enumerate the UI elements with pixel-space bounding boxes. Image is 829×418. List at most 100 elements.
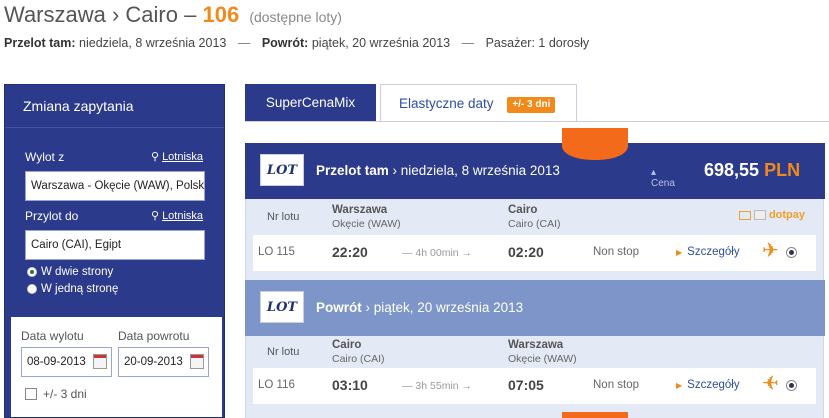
selected-tab-marker bbox=[562, 128, 628, 160]
tab-underline bbox=[245, 121, 829, 122]
result-count: 106 bbox=[202, 2, 240, 27]
to-airports-link-label: Lotniska bbox=[162, 210, 204, 222]
details-link-label: Szczegóły bbox=[687, 379, 740, 391]
radio-unselected-icon bbox=[27, 284, 37, 294]
price-currency: PLN bbox=[764, 160, 801, 180]
return-date-value: 20-09-2013 bbox=[124, 356, 183, 368]
col-flight-number: Nr lotu bbox=[267, 211, 300, 223]
summary-separator: — bbox=[237, 36, 251, 50]
passenger-summary: Pasażer: 1 dorosły bbox=[485, 36, 590, 50]
calendar-icon[interactable] bbox=[190, 354, 204, 369]
details-link-label: Szczegóły bbox=[687, 246, 740, 258]
tab-supercenamix[interactable]: SuperCenaMix bbox=[245, 84, 376, 121]
from-input[interactable]: Warszawa - Okęcie (WAW), Polska bbox=[25, 171, 205, 201]
return-flight-row[interactable]: LO 116 03:10 — 3h 55min → 07:05 Non stop… bbox=[253, 368, 816, 404]
return-date-input[interactable]: 20-09-2013 bbox=[118, 347, 209, 377]
return-summary-label: Powrót: bbox=[261, 36, 309, 50]
outbound-title-label: Przelot tam bbox=[316, 163, 389, 178]
dotpay-logo: dotpay bbox=[768, 209, 805, 221]
to-airports-link[interactable]: ⚲ Lotniska bbox=[151, 209, 203, 222]
calendar-icon[interactable] bbox=[93, 354, 107, 369]
to-city: Cairo bbox=[508, 204, 538, 216]
return-header: LOT Powrót › piątek, 20 września 2013 bbox=[245, 280, 825, 336]
lot-logo: LOT bbox=[260, 291, 304, 323]
departure-time: 22:20 bbox=[332, 244, 368, 260]
details-link[interactable]: ▶ Szczegóły bbox=[676, 246, 740, 258]
from-airports-link[interactable]: ⚲ Lotniska bbox=[151, 150, 203, 163]
details-link[interactable]: ▶ Szczegóły bbox=[676, 379, 740, 391]
selected-tab-marker-bottom bbox=[562, 412, 628, 418]
arrival-time: 07:05 bbox=[508, 377, 544, 393]
stops: Non stop bbox=[593, 246, 640, 258]
depart-date-value: 08-09-2013 bbox=[27, 356, 86, 368]
radio-oneway-label: W jedną stronę bbox=[41, 283, 119, 295]
col-flight-number: Nr lotu bbox=[267, 346, 300, 358]
outbound-summary-date: niedziela, 8 września 2013 bbox=[79, 36, 227, 50]
return-title: Powrót › piątek, 20 września 2013 bbox=[316, 300, 523, 315]
flex-badge: +/- 3 dni bbox=[507, 97, 556, 113]
price-value: 698,55 bbox=[704, 160, 760, 180]
from-airports-link-label: Lotniska bbox=[162, 151, 204, 163]
to-airport: Okęcie (WAW) bbox=[508, 353, 577, 365]
search-icon: ⚲ bbox=[151, 151, 160, 163]
arrival-time: 02:20 bbox=[508, 244, 544, 260]
panel-edge bbox=[825, 143, 829, 418]
arrow-right-icon: ▶ bbox=[676, 248, 683, 257]
panel-title: Zmiana zapytania bbox=[23, 98, 134, 114]
divider bbox=[5, 127, 224, 128]
page-title: Warszawa › Cairo – 106 (dostępne loty) bbox=[4, 2, 342, 28]
flight-duration: — 3h 55min → bbox=[402, 380, 473, 392]
to-airport: Cairo (CAI) bbox=[508, 218, 561, 230]
radio-roundtrip[interactable]: W dwie strony bbox=[27, 266, 113, 278]
return-title-label: Powrót bbox=[316, 300, 362, 315]
return-summary-date: piątek, 20 września 2013 bbox=[311, 36, 451, 50]
payment-methods: dotpay bbox=[738, 209, 805, 221]
flex-dates-checkbox[interactable]: +/- 3 dni bbox=[25, 387, 87, 401]
outbound-title-date: › niedziela, 8 września 2013 bbox=[392, 163, 560, 178]
radio-oneway[interactable]: W jedną stronę bbox=[27, 283, 118, 295]
outbound-title: Przelot tam › niedziela, 8 września 2013 bbox=[316, 163, 560, 178]
tab-flexible-dates[interactable]: Elastyczne daty +/- 3 dni bbox=[380, 84, 577, 121]
search-summary: Przelot tam: niedziela, 8 września 2013 … bbox=[4, 36, 589, 50]
result-count-note: (dostępne loty) bbox=[249, 9, 342, 25]
bank-icon bbox=[753, 210, 766, 220]
flex-dates-label: +/- 3 dni bbox=[43, 387, 87, 401]
from-city: Warszawa bbox=[332, 204, 388, 216]
from-city: Cairo bbox=[332, 339, 362, 351]
dates-section: Data wylotu Data powrotu 08-09-2013 20-0… bbox=[11, 317, 222, 417]
summary-separator: — bbox=[461, 36, 475, 50]
flight-duration: — 4h 00min → bbox=[402, 247, 473, 259]
airplane-icon: ✈ bbox=[762, 373, 779, 395]
flight-number: LO 115 bbox=[258, 246, 295, 258]
return-date-label: Data powrotu bbox=[118, 329, 190, 343]
from-label: Wylot z bbox=[25, 150, 65, 164]
flight-select-radio[interactable] bbox=[786, 380, 797, 391]
depart-date-label: Data wylotu bbox=[21, 329, 84, 343]
to-city: Warszawa bbox=[508, 339, 564, 351]
from-airport: Okęcie (WAW) bbox=[332, 218, 401, 230]
outbound-columns: Nr lotu Warszawa Okęcie (WAW) Cairo Cair… bbox=[245, 201, 825, 235]
outbound-flight-row[interactable]: LO 115 22:20 — 4h 00min → 02:20 Non stop… bbox=[253, 235, 816, 271]
departure-time: 03:10 bbox=[332, 377, 368, 393]
price-label-text: Cena bbox=[651, 178, 675, 189]
route-text: Warszawa › Cairo – bbox=[4, 2, 197, 27]
flight-select-radio[interactable] bbox=[786, 247, 797, 258]
airplane-icon: ✈ bbox=[762, 240, 779, 262]
radio-roundtrip-label: W dwie strony bbox=[41, 266, 114, 278]
credit-card-icon bbox=[738, 210, 751, 220]
search-modify-panel: Zmiana zapytania Wylot z ⚲ Lotniska Warsz… bbox=[4, 84, 225, 418]
depart-date-input[interactable]: 08-09-2013 bbox=[21, 347, 112, 377]
arrow-right-icon: ▶ bbox=[676, 381, 683, 390]
stops: Non stop bbox=[593, 379, 640, 391]
search-icon: ⚲ bbox=[151, 210, 160, 222]
flight-number: LO 116 bbox=[258, 379, 295, 391]
price-label: ▴ Cena bbox=[651, 167, 675, 189]
tab-flexible-dates-label: Elastyczne daty bbox=[399, 96, 494, 111]
to-input[interactable]: Cairo (CAI), Egipt bbox=[25, 230, 205, 260]
to-label: Przylot do bbox=[25, 209, 79, 223]
lot-logo: LOT bbox=[260, 154, 304, 186]
outbound-header: LOT Przelot tam › niedziela, 8 września … bbox=[245, 143, 825, 199]
return-title-date: › piątek, 20 września 2013 bbox=[365, 300, 524, 315]
radio-selected-icon bbox=[27, 267, 37, 277]
checkbox-icon bbox=[25, 388, 37, 400]
